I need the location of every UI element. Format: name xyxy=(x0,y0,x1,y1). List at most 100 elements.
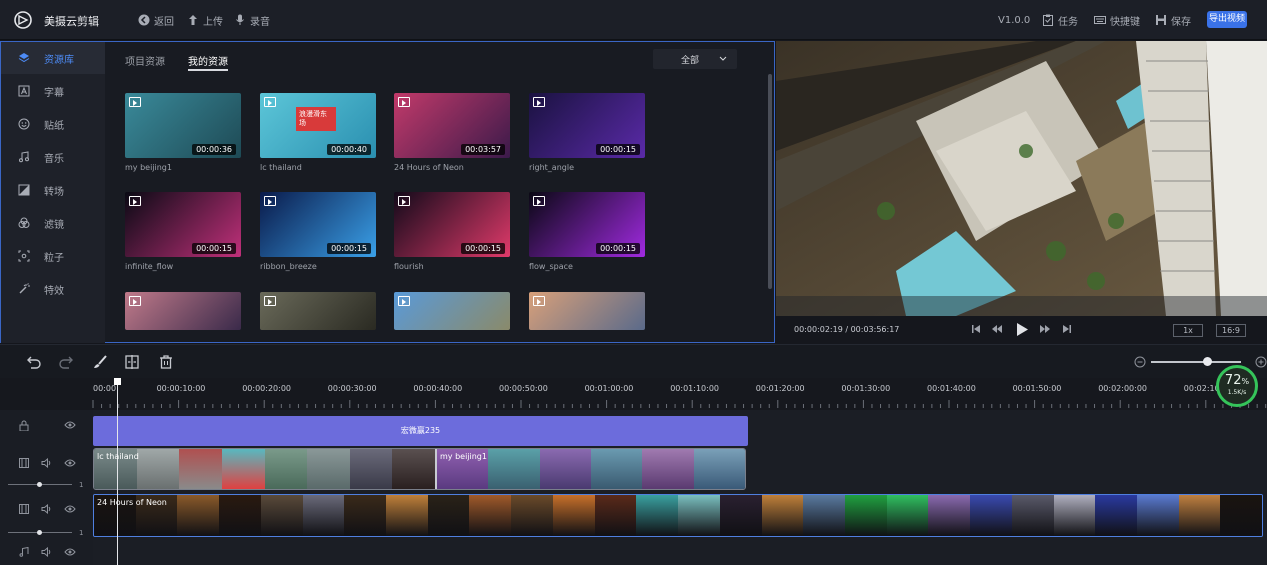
resource-duration: 00:00:15 xyxy=(596,144,640,155)
playback-speed-button[interactable]: 1x xyxy=(1173,324,1203,337)
resource-name: flourish xyxy=(394,262,424,271)
resource-card[interactable]: 00:00:36 my beijing1 xyxy=(125,93,241,172)
volume-slider-handle[interactable] xyxy=(37,530,42,535)
music-note-icon xyxy=(19,151,29,163)
redo-icon[interactable] xyxy=(58,354,74,370)
resource-card[interactable]: 00:00:15 ribbon_breeze xyxy=(260,192,376,271)
eye-icon[interactable] xyxy=(64,505,76,513)
zoom-in-icon[interactable] xyxy=(1255,356,1267,368)
timeline-clip-lc-thailand[interactable]: lc thailand xyxy=(94,449,437,489)
clip-thumbnail xyxy=(636,495,679,536)
clip-thumbnails xyxy=(94,495,1262,536)
sidebar-item-music[interactable]: 音乐 xyxy=(1,141,105,173)
resource-duration: 00:03:57 xyxy=(461,144,505,155)
resource-card[interactable] xyxy=(125,292,241,330)
video-track-1: lc thailand my beijing1 xyxy=(93,448,746,490)
timeline-clip-24-hours-of-neon[interactable]: 24 Hours of Neon xyxy=(93,494,1263,537)
resource-duration: 00:00:15 xyxy=(327,243,371,254)
speaker-icon[interactable] xyxy=(41,458,52,468)
eye-icon[interactable] xyxy=(64,548,76,556)
clip-thumbnail xyxy=(719,495,762,536)
skip-to-start-icon[interactable] xyxy=(972,324,981,334)
resource-card[interactable] xyxy=(529,292,645,330)
magic-wand-icon xyxy=(19,283,30,294)
sidebar-item-library[interactable]: 资源库 xyxy=(1,42,105,74)
resource-name: infinite_flow xyxy=(125,262,174,271)
resource-card[interactable] xyxy=(394,292,510,330)
resource-duration: 00:00:36 xyxy=(192,144,236,155)
brush-icon[interactable] xyxy=(92,354,108,370)
resource-card[interactable]: 00:00:15 right_angle xyxy=(529,93,645,172)
resource-name: ribbon_breeze xyxy=(260,262,317,271)
resource-thumbnail xyxy=(125,292,241,330)
sidebar-item-stickers[interactable]: 贴纸 xyxy=(1,108,105,140)
sidebar-item-transitions[interactable]: 转场 xyxy=(1,174,105,206)
export-video-button[interactable]: 导出视频 xyxy=(1207,11,1247,28)
resource-thumbnail: 浪漫滑东场 00:00:40 xyxy=(260,93,376,158)
badge-percent: 72 xyxy=(1224,373,1242,388)
split-clip-icon[interactable] xyxy=(124,354,140,370)
clipboard-icon xyxy=(1043,14,1053,26)
sidebar-item-filters[interactable]: 滤镜 xyxy=(1,207,105,239)
back-button[interactable]: 返回 xyxy=(138,12,174,28)
subtitle-clip[interactable]: 宏微赢235 xyxy=(93,416,748,446)
delete-icon[interactable] xyxy=(158,354,174,370)
clip-thumbnail xyxy=(1053,495,1096,536)
resource-card[interactable]: 00:00:15 flow_space xyxy=(529,192,645,271)
save-button[interactable]: 保存 xyxy=(1155,12,1191,28)
clip-thumbnail xyxy=(177,495,220,536)
playhead[interactable] xyxy=(117,378,118,565)
record-button[interactable]: 录音 xyxy=(234,12,270,28)
timeline-ruler[interactable]: 00:00 00:00:10:00 00:00:20:00 00:00:30:00 00… xyxy=(0,378,1267,410)
skip-to-end-icon[interactable] xyxy=(1062,324,1071,334)
preview-controls: 00:00:02:19 / 00:03:56:17 1x 16:9 xyxy=(776,316,1267,344)
speaker-icon[interactable] xyxy=(41,504,52,514)
volume-slider-handle[interactable] xyxy=(37,482,42,487)
resource-thumbnail: 00:00:15 xyxy=(394,192,510,257)
track-headers: 1 1 xyxy=(0,410,93,565)
zoom-slider-handle[interactable] xyxy=(1203,357,1212,366)
resource-card[interactable]: 浪漫滑东场 00:00:40 lc thailand xyxy=(260,93,376,172)
previous-frame-icon[interactable] xyxy=(992,324,1002,334)
video-file-icon xyxy=(129,97,141,107)
resource-duration: 00:00:40 xyxy=(327,144,371,155)
zoom-out-icon[interactable] xyxy=(1134,356,1146,368)
tab-my-resources[interactable]: 我的资源 xyxy=(188,53,228,71)
sidebar-item-subtitles[interactable]: 字幕 xyxy=(1,75,105,107)
speaker-icon[interactable] xyxy=(41,547,52,557)
playhead-handle[interactable] xyxy=(114,378,121,385)
eye-icon[interactable] xyxy=(64,459,76,467)
next-frame-icon[interactable] xyxy=(1040,324,1050,334)
sidebar-item-label: 粒子 xyxy=(44,252,64,264)
undo-icon[interactable] xyxy=(26,354,42,370)
resource-card[interactable]: 00:00:15 infinite_flow xyxy=(125,192,241,271)
shortcuts-button[interactable]: 快捷键 xyxy=(1094,12,1140,28)
tasks-button[interactable]: 任务 xyxy=(1042,12,1078,28)
aspect-ratio-button[interactable]: 16:9 xyxy=(1216,324,1246,337)
clip-thumbnail xyxy=(886,495,929,536)
upload-button[interactable]: 上传 xyxy=(187,12,223,28)
progress-badge: 72% 1.5K/s xyxy=(1216,365,1258,407)
play-icon[interactable] xyxy=(1017,323,1028,336)
sidebar-item-label: 音乐 xyxy=(44,153,64,165)
sidebar-item-effects[interactable]: 特效 xyxy=(1,273,105,305)
timeline-clip-my-beijing1[interactable]: my beijing1 xyxy=(437,449,745,489)
clip-thumbnail xyxy=(970,495,1012,536)
sidebar-item-particles[interactable]: 粒子 xyxy=(1,240,105,272)
resource-duration: 00:00:15 xyxy=(596,243,640,254)
clip-label: lc thailand xyxy=(97,452,139,461)
resource-card[interactable]: 00:03:57 24 Hours of Neon xyxy=(394,93,510,172)
clip-thumbnail xyxy=(469,495,512,536)
resource-card[interactable] xyxy=(260,292,376,330)
resource-thumbnail: 00:00:15 xyxy=(529,93,645,158)
resource-duration: 00:00:15 xyxy=(192,243,236,254)
resource-scrollbar[interactable] xyxy=(768,74,772,289)
zoom-slider-track[interactable] xyxy=(1151,361,1241,363)
clip-thumbnail xyxy=(844,495,887,536)
resource-filter-select[interactable]: 全部 xyxy=(653,49,737,69)
resource-card[interactable]: 00:00:15 flourish xyxy=(394,192,510,271)
eye-icon[interactable] xyxy=(64,421,76,429)
clip-thumbnail xyxy=(344,495,387,536)
lock-icon[interactable] xyxy=(19,420,29,431)
tab-project-resources[interactable]: 项目资源 xyxy=(125,53,165,71)
